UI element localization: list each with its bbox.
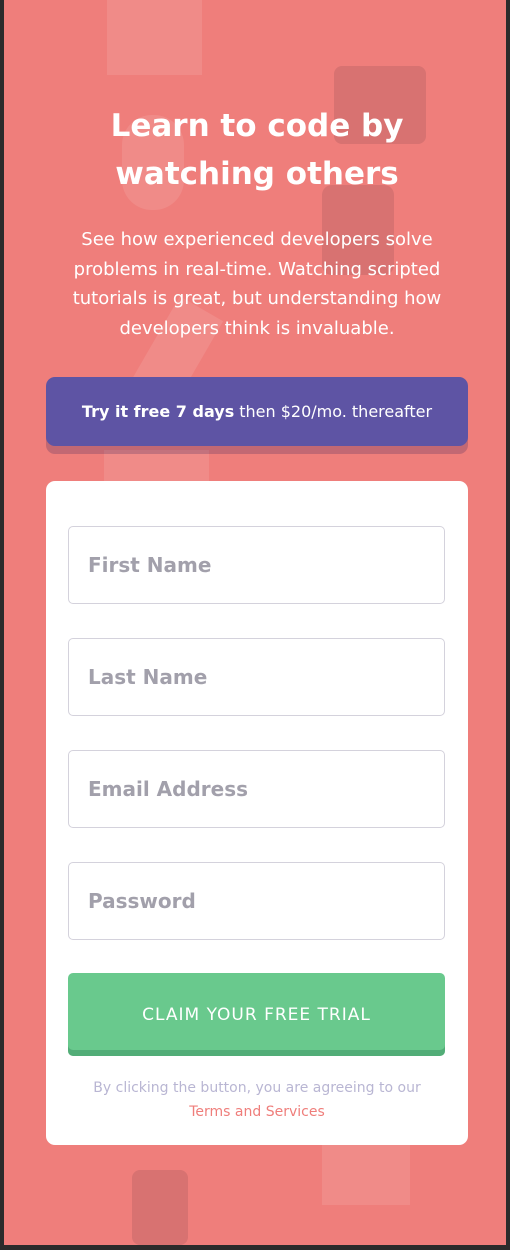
toolbox-icon (132, 1170, 188, 1245)
hero-description: See how experienced developers solve pro… (72, 229, 442, 339)
terms-link[interactable]: Terms and Services (189, 1104, 325, 1120)
terms-note: By clicking the button, you are agreeing… (46, 1076, 468, 1124)
title-line-1: Learn to code by (110, 108, 404, 144)
calculator-icon (322, 1145, 410, 1205)
signup-page: Learn to code by watching others See how… (4, 0, 506, 1245)
promo-banner: Try it free 7 days then $20/mo. thereaft… (46, 377, 468, 446)
signup-form: CLAIM YOUR FREE TRIAL By clicking the bu… (46, 481, 468, 1145)
email-input[interactable] (68, 750, 445, 828)
claim-trial-button[interactable]: CLAIM YOUR FREE TRIAL (68, 973, 445, 1056)
last-name-input[interactable] (68, 638, 445, 716)
page-title: Learn to code by watching others (46, 102, 468, 198)
house-icon (107, 0, 202, 75)
first-name-input[interactable] (68, 526, 445, 604)
promo-bold-text: Try it free 7 days (81, 402, 235, 421)
promo-text: then $20/mo. thereafter (239, 402, 433, 421)
document-icon (104, 450, 209, 485)
terms-text: By clicking the button, you are agreeing… (93, 1080, 421, 1096)
title-line-2: watching others (115, 156, 399, 192)
password-input[interactable] (68, 862, 445, 940)
